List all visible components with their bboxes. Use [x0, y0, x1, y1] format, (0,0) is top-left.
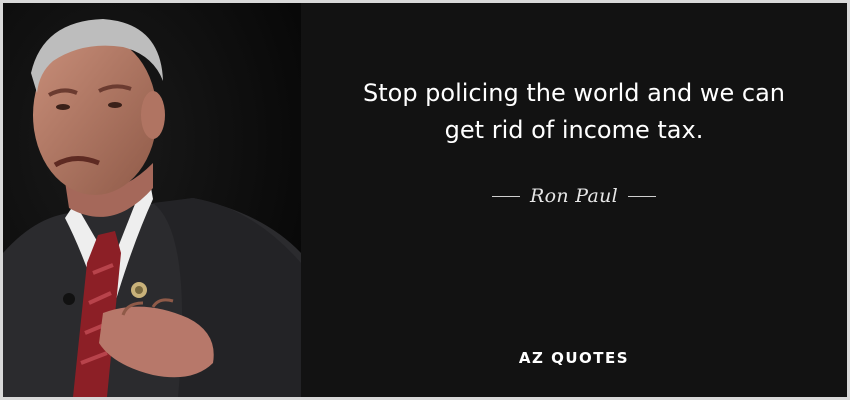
speaker-photo: [3, 3, 301, 397]
quote-line-2: get rid of income tax.: [444, 116, 704, 144]
author-name[interactable]: Ron Paul: [530, 185, 618, 207]
author-line: Ron Paul: [301, 183, 847, 209]
quote-card: Stop policing the world and we can get r…: [0, 0, 850, 400]
author-dash-left: [492, 195, 520, 197]
quote-line-1: Stop policing the world and we can: [362, 79, 786, 107]
brand-logo[interactable]: AZ QUOTES: [301, 349, 847, 367]
author-dash-right: [628, 195, 656, 197]
quote-text: Stop policing the world and we can get r…: [341, 75, 807, 149]
quote-area: Stop policing the world and we can get r…: [301, 3, 847, 397]
